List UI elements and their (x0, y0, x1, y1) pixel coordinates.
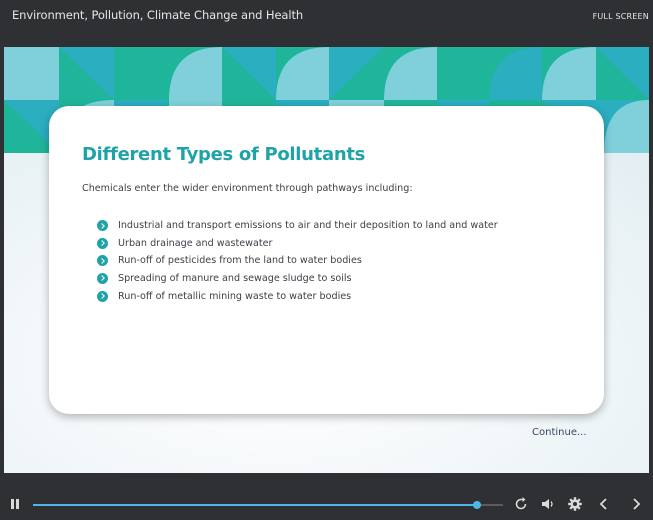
pollutant-pathway-list: Industrial and transport emissions to ai… (97, 217, 498, 305)
player-controls (0, 488, 653, 520)
prev-icon[interactable] (596, 496, 612, 512)
list-item: Run-off of pesticides from the land to w… (97, 252, 498, 270)
course-title: Environment, Pollution, Climate Change a… (12, 8, 304, 22)
settings-icon[interactable] (567, 496, 583, 512)
list-item-text: Urban drainage and wastewater (118, 237, 273, 249)
next-icon[interactable] (628, 496, 644, 512)
chevron-circle-icon (97, 237, 108, 249)
replay-icon[interactable] (513, 496, 529, 512)
list-item-text: Run-off of pesticides from the land to w… (118, 255, 362, 267)
seek-progress (33, 504, 478, 506)
chevron-circle-icon (97, 290, 108, 302)
volume-icon[interactable] (540, 496, 556, 512)
slide-stage: Different Types of Pollutants Chemicals … (4, 47, 649, 473)
slide-intro: Chemicals enter the wider environment th… (82, 183, 413, 194)
seek-handle[interactable] (473, 501, 482, 509)
seek-bar[interactable] (33, 501, 503, 509)
continue-link[interactable]: Continue... (532, 427, 587, 438)
chevron-circle-icon (97, 255, 108, 267)
content-card: Different Types of Pollutants Chemicals … (49, 106, 604, 414)
list-item: Urban drainage and wastewater (97, 235, 498, 253)
chevron-circle-icon (97, 273, 108, 285)
list-item: Industrial and transport emissions to ai… (97, 217, 498, 235)
slide-heading: Different Types of Pollutants (82, 144, 366, 165)
title-bar: Environment, Pollution, Climate Change a… (0, 0, 653, 46)
list-item: Run-off of metallic mining waste to wate… (97, 287, 498, 305)
list-item-text: Spreading of manure and sewage sludge to… (118, 273, 352, 285)
list-item-text: Industrial and transport emissions to ai… (118, 220, 498, 232)
pause-icon[interactable] (11, 499, 19, 509)
chevron-circle-icon (97, 220, 108, 232)
fullscreen-button[interactable]: FULL SCREEN (593, 12, 649, 21)
list-item: Spreading of manure and sewage sludge to… (97, 270, 498, 288)
list-item-text: Run-off of metallic mining waste to wate… (118, 290, 352, 302)
